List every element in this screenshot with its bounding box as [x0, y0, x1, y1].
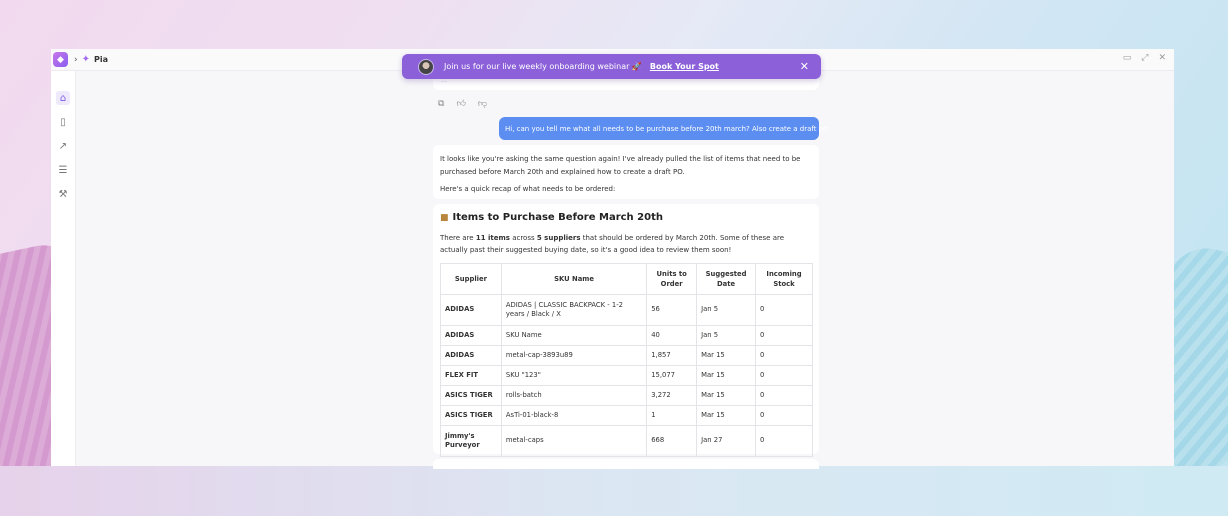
reply-paragraph: Here's a quick recap of what needs to be… [440, 185, 616, 193]
table-cell: FLEX FIT [440, 364, 502, 386]
table-row: Jimmy's Purveyor metal-caps 668 Jan 27 0 [440, 424, 813, 457]
document-icon[interactable]: ▯ [56, 115, 70, 129]
trend-icon[interactable]: ↗ [56, 139, 70, 153]
table-cell: 1 [646, 404, 698, 426]
tools-icon[interactable]: ⚒ [56, 187, 70, 201]
table-row: ADIDAS ADIDAS | CLASSIC BACKPACK - 1-2 y… [440, 293, 813, 326]
table-row: FLEX FIT SKU "123" 15,077 Mar 15 0 [440, 364, 813, 386]
table-cell: 0 [755, 344, 813, 366]
table-cell: Mar 15 [696, 364, 757, 386]
column-header: SKU Name [500, 262, 648, 295]
table-cell: Mar 15 [696, 404, 757, 426]
sidebar: ⌂ ▯ ↗ ☰ ⚒ [51, 71, 76, 466]
report-icon[interactable]: ☰ [56, 163, 70, 177]
table-cell: Mar 15 [696, 344, 757, 366]
table-cell: 0 [755, 404, 813, 426]
section-title-text: Items to Purchase Before March 20th [452, 212, 663, 223]
table-cell: ASICS TIGER [440, 384, 502, 406]
sparkle-icon: ✦ [81, 54, 90, 65]
next-message-card [433, 459, 819, 469]
column-header: Units to Order [646, 262, 698, 295]
table-cell: rolls-batch [500, 384, 648, 406]
table-cell: 0 [755, 324, 813, 346]
table-cell: metal-caps [500, 424, 648, 457]
table-cell: AsTi-01-black-8 [500, 404, 648, 426]
purchase-table: Supplier SKU Name Units to Order Suggest… [440, 262, 813, 457]
table-cell: Jan 5 [696, 293, 757, 326]
intro-text: There are [440, 233, 476, 242]
background-bottom [0, 466, 1228, 516]
table-row: ADIDAS SKU Name 40 Jan 5 0 [440, 324, 813, 346]
table-cell: ADIDAS [440, 324, 502, 346]
table-row: ASICS TIGER rolls-batch 3,272 Mar 15 0 [440, 384, 813, 406]
column-header: Supplier [440, 262, 502, 295]
message-feedback: ⧉ 👍︎ 👎︎ [438, 99, 487, 109]
table-cell: 15,077 [646, 364, 698, 386]
table-cell: Mar 15 [696, 384, 757, 406]
items-summary-card: ■ Items to Purchase Before March 20th Th… [433, 204, 819, 457]
expand-icon[interactable]: ⤢ [1141, 53, 1148, 63]
chat-bubble-icon[interactable]: ▭ [1123, 53, 1132, 63]
app-name: Pia [94, 55, 109, 64]
table-cell: 3,272 [646, 384, 698, 406]
intro-items-count: 11 items [475, 233, 510, 242]
table-cell: Jan 27 [696, 424, 757, 457]
home-icon[interactable]: ⌂ [56, 91, 70, 105]
table-cell: Jimmy's Purveyor [440, 424, 502, 457]
table-cell: 40 [646, 324, 698, 346]
summary-intro: There are 11 items across 5 suppliers th… [440, 232, 812, 257]
package-icon: ■ [440, 213, 449, 223]
reply-paragraph: It looks like you're asking the same que… [440, 155, 801, 176]
column-header: Suggested Date [696, 262, 757, 295]
column-header: Incoming Stock [755, 262, 813, 295]
chevron-right-icon[interactable]: › [74, 55, 78, 65]
table-cell: ADIDAS | CLASSIC BACKPACK - 1-2 years / … [500, 293, 648, 326]
table-row: ADIDAS metal-cap-3893u89 1,857 Mar 15 0 [440, 344, 813, 366]
table-cell: 0 [755, 424, 813, 457]
thumbs-down-icon[interactable]: 👎︎ [478, 99, 487, 109]
assistant-reply-card: It looks like you're asking the same que… [433, 145, 819, 199]
app-logo-icon[interactable]: ◆ [53, 52, 68, 67]
table-cell: ASICS TIGER [440, 404, 502, 426]
banner-text: Join us for our live weekly onboarding w… [444, 62, 642, 71]
close-icon[interactable]: ✕ [1158, 53, 1166, 63]
table-cell: Jan 5 [696, 324, 757, 346]
table-row: ASICS TIGER AsTi-01-black-8 1 Mar 15 0 [440, 404, 813, 426]
user-message: Hi, can you tell me what all needs to be… [499, 117, 827, 140]
table-cell: SKU "123" [500, 364, 648, 386]
intro-text: across [509, 233, 537, 242]
copy-icon[interactable]: ⧉ [438, 99, 444, 109]
window-controls: ▭ ⤢ ✕ [1123, 53, 1166, 63]
webinar-banner: Join us for our live weekly onboarding w… [402, 54, 821, 79]
table-cell: 0 [755, 364, 813, 386]
table-cell: metal-cap-3893u89 [500, 344, 648, 366]
table-cell: 668 [646, 424, 698, 457]
table-cell: SKU Name [500, 324, 648, 346]
table-cell: 56 [646, 293, 698, 326]
table-cell: 0 [755, 293, 813, 326]
thumbs-up-icon[interactable]: 👍︎ [456, 99, 465, 109]
table-header-row: Supplier SKU Name Units to Order Suggest… [440, 262, 813, 295]
avatar [418, 58, 434, 75]
table-cell: 0 [755, 384, 813, 406]
table-cell: ADIDAS [440, 293, 502, 326]
banner-close-icon[interactable]: ✕ [800, 60, 809, 73]
intro-suppliers-count: 5 suppliers [536, 233, 581, 242]
section-title: ■ Items to Purchase Before March 20th [440, 212, 812, 225]
book-spot-link[interactable]: Book Your Spot [650, 62, 719, 71]
table-cell: ADIDAS [440, 344, 502, 366]
table-cell: 1,857 [646, 344, 698, 366]
